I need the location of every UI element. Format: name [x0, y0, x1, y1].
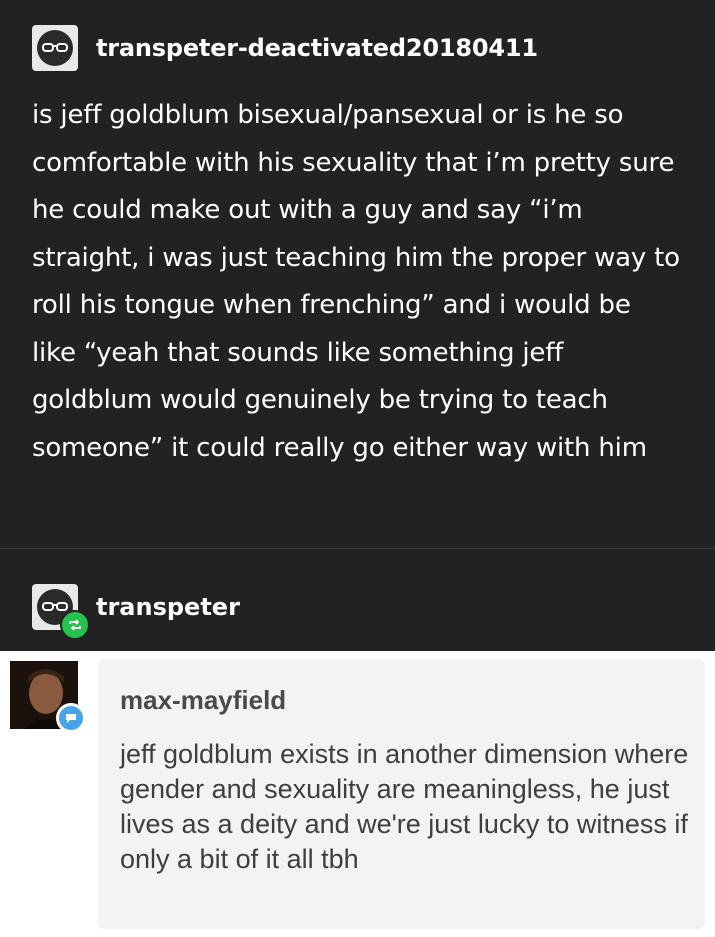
reblogger-avatar[interactable]	[32, 584, 90, 640]
chat-bubble-icon	[56, 703, 86, 733]
sunglasses-face-icon	[37, 30, 73, 66]
message-text: jeff goldblum exists in another dimensio…	[120, 739, 689, 874]
post-header: transpeter-deactivated20180411	[32, 24, 538, 72]
post-text: is jeff goldblum bisexual/pansexual or i…	[32, 100, 680, 463]
original-post: transpeter-deactivated20180411 is jeff g…	[0, 0, 715, 548]
reblogger-username[interactable]: transpeter	[96, 593, 240, 621]
message-section: max-mayfield jeff goldblum exists in ano…	[0, 651, 715, 937]
sender-username[interactable]: max-mayfield	[120, 685, 286, 716]
reblog-icon	[60, 610, 90, 640]
message-bubble: max-mayfield jeff goldblum exists in ano…	[98, 659, 705, 929]
post-username[interactable]: transpeter-deactivated20180411	[96, 34, 538, 62]
divider	[0, 548, 715, 549]
user-avatar[interactable]	[32, 25, 78, 71]
reblog-header: transpeter	[32, 583, 240, 640]
